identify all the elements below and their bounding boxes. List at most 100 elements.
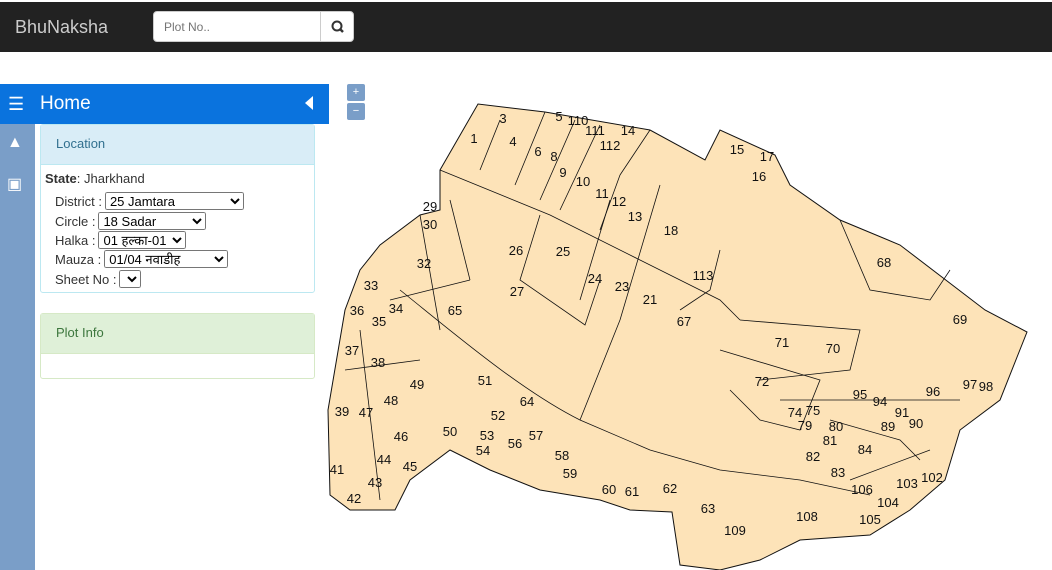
plot-label[interactable]: 104: [877, 495, 899, 510]
plot-label[interactable]: 64: [520, 394, 534, 409]
plot-label[interactable]: 89: [881, 419, 895, 434]
plot-label[interactable]: 24: [588, 271, 602, 286]
plot-label[interactable]: 59: [563, 466, 577, 481]
plot-label[interactable]: 57: [529, 428, 543, 443]
plot-label[interactable]: 95: [853, 387, 867, 402]
menu-icon[interactable]: ☰: [8, 94, 24, 115]
plot-label[interactable]: 14: [621, 123, 635, 138]
plot-search-input[interactable]: [153, 11, 321, 42]
plot-label[interactable]: 11: [595, 186, 609, 201]
plot-label[interactable]: 67: [677, 314, 691, 329]
plot-label[interactable]: 98: [979, 379, 993, 394]
plot-label[interactable]: 96: [926, 384, 940, 399]
plot-label[interactable]: 56: [508, 436, 522, 451]
plot-label[interactable]: 53: [480, 428, 494, 443]
plot-label[interactable]: 35: [372, 314, 386, 329]
plot-label[interactable]: 84: [858, 442, 872, 457]
brand-logo[interactable]: BhuNaksha: [15, 17, 108, 38]
plot-label[interactable]: 12: [612, 194, 626, 209]
plot-label[interactable]: 4: [509, 134, 516, 149]
plot-label[interactable]: 23: [615, 279, 629, 294]
plot-label[interactable]: 103: [896, 476, 918, 491]
plot-label[interactable]: 63: [701, 501, 715, 516]
plot-label[interactable]: 47: [359, 405, 373, 420]
plot-label[interactable]: 26: [509, 243, 523, 258]
plot-label[interactable]: 65: [448, 303, 462, 318]
plot-label[interactable]: 36: [350, 303, 364, 318]
plot-label[interactable]: 3: [499, 111, 506, 126]
plot-label[interactable]: 61: [625, 484, 639, 499]
plot-label[interactable]: 72: [755, 374, 769, 389]
plot-label[interactable]: 13: [628, 209, 642, 224]
plot-label[interactable]: 44: [377, 452, 391, 467]
plot-label[interactable]: 94: [873, 394, 887, 409]
plot-label[interactable]: 37: [345, 343, 359, 358]
tree-icon[interactable]: ▲: [7, 134, 23, 152]
plot-label[interactable]: 9: [559, 165, 566, 180]
plot-label[interactable]: 90: [909, 416, 923, 431]
plot-label[interactable]: 46: [394, 429, 408, 444]
plot-label[interactable]: 52: [491, 408, 505, 423]
district-select[interactable]: 25 Jamtara: [104, 192, 244, 210]
plot-label[interactable]: 33: [364, 278, 378, 293]
plot-label[interactable]: 27: [510, 284, 524, 299]
plot-label[interactable]: 82: [806, 449, 820, 464]
plot-label[interactable]: 79: [798, 418, 812, 433]
plot-label[interactable]: 43: [368, 475, 382, 490]
plot-label[interactable]: 39: [335, 404, 349, 419]
plot-label[interactable]: 81: [823, 433, 837, 448]
plot-label[interactable]: 18: [664, 223, 678, 238]
plot-label[interactable]: 109: [724, 523, 746, 538]
collapse-sidebar-icon[interactable]: [305, 96, 313, 110]
plot-label[interactable]: 16: [752, 169, 766, 184]
plot-label[interactable]: 45: [403, 459, 417, 474]
plot-label[interactable]: 58: [555, 448, 569, 463]
plot-label[interactable]: 32: [417, 256, 431, 271]
plot-label[interactable]: 113: [693, 268, 714, 283]
plot-label[interactable]: 69: [953, 312, 967, 327]
plot-label[interactable]: 71: [775, 335, 789, 350]
plot-label[interactable]: 34: [389, 301, 403, 316]
plot-label[interactable]: 75: [806, 403, 820, 418]
plot-label[interactable]: 29: [423, 199, 437, 214]
plot-label[interactable]: 105: [859, 512, 881, 527]
plot-label[interactable]: 6: [534, 144, 541, 159]
plot-label[interactable]: 108: [796, 509, 818, 524]
plot-label[interactable]: 10: [576, 174, 590, 189]
mauza-select[interactable]: 01/04 नवाडीह: [104, 250, 229, 268]
plot-label[interactable]: 1: [470, 131, 477, 146]
plot-label[interactable]: 8: [550, 149, 557, 164]
plot-label[interactable]: 54: [476, 443, 490, 458]
search-button[interactable]: [320, 11, 354, 42]
plot-label[interactable]: 70: [826, 341, 840, 356]
plot-label[interactable]: 97: [963, 377, 977, 392]
plot-label[interactable]: 30: [423, 217, 437, 232]
plot-label[interactable]: 68: [877, 255, 891, 270]
plot-label[interactable]: 49: [410, 377, 424, 392]
plot-label[interactable]: 38: [371, 355, 385, 370]
plot-label[interactable]: 42: [347, 491, 361, 506]
plot-label[interactable]: 50: [443, 424, 457, 439]
plot-label[interactable]: 41: [330, 462, 344, 477]
circle-select[interactable]: 18 Sadar: [98, 212, 207, 230]
plot-label[interactable]: 60: [602, 482, 616, 497]
plot-label[interactable]: 15: [730, 142, 744, 157]
image-icon[interactable]: ▣: [7, 174, 22, 194]
plot-label[interactable]: 25: [556, 244, 570, 259]
plot-label[interactable]: 80: [829, 419, 843, 434]
sheet-select[interactable]: [119, 270, 142, 288]
plot-label[interactable]: 62: [663, 481, 677, 496]
halka-select[interactable]: 01 हल्का-01: [98, 231, 187, 249]
plot-label[interactable]: 51: [478, 373, 492, 388]
plot-label[interactable]: 91: [895, 405, 909, 420]
plot-label[interactable]: 111: [585, 123, 605, 138]
plot-label[interactable]: 102: [921, 470, 943, 485]
plot-label[interactable]: 21: [643, 292, 657, 307]
plot-label[interactable]: 83: [831, 465, 845, 480]
plot-label[interactable]: 17: [760, 149, 774, 164]
plot-label[interactable]: 5: [555, 109, 562, 124]
plot-label[interactable]: 106: [851, 482, 873, 497]
plot-label[interactable]: 48: [384, 393, 398, 408]
plot-label[interactable]: 112: [600, 138, 621, 153]
cadastral-map[interactable]: 1345 110111 141126 891011121318151617293026…: [320, 95, 1052, 570]
